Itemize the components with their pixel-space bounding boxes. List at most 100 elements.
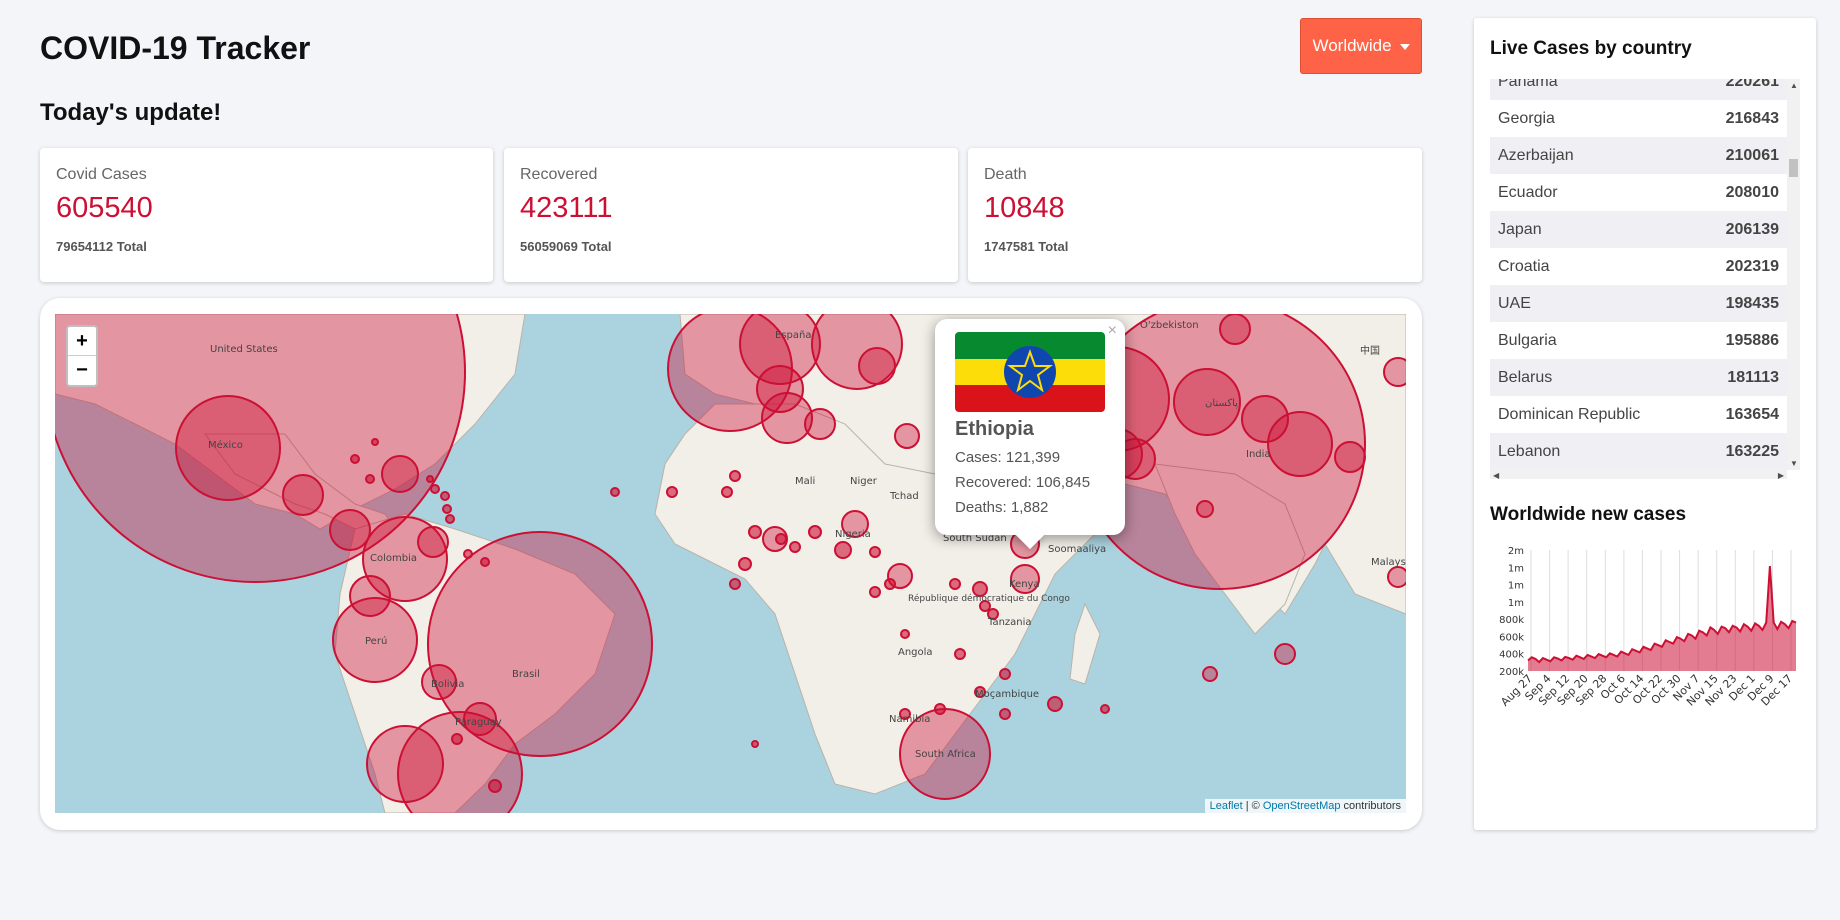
- app-title: COVID-19 Tracker: [40, 30, 311, 66]
- y-tick-label: 400k: [1499, 650, 1524, 661]
- scroll-up-icon[interactable]: ▲: [1790, 81, 1798, 90]
- popup-close-icon[interactable]: ×: [1108, 322, 1117, 340]
- table-row: Belarus 181113: [1490, 359, 1787, 396]
- map-label: Paraguay: [455, 717, 502, 728]
- map-canvas: United States México Colombia Perú Boliv…: [55, 314, 1406, 813]
- map-label: Mali: [795, 476, 815, 487]
- card-value: 423111: [520, 192, 613, 224]
- scroll-thumb[interactable]: [1789, 159, 1798, 177]
- card-title: Recovered: [520, 166, 598, 183]
- country-cases: 198435: [1725, 294, 1779, 312]
- map-label: Brasil: [512, 669, 540, 680]
- osm-link[interactable]: OpenStreetMap: [1263, 800, 1341, 812]
- card-title: Covid Cases: [56, 166, 147, 183]
- map-label: South Africa: [915, 749, 976, 760]
- cases-table[interactable]: Panama 220261 Georgia 216843 Azerbaijan 21006…: [1490, 79, 1800, 479]
- map-label: Soomaaliya: [1048, 544, 1106, 555]
- country-name: Lebanon: [1498, 442, 1561, 460]
- card-total: 56059069 Total: [520, 239, 612, 254]
- zoom-out-button[interactable]: −: [68, 356, 96, 385]
- map-label: 中国: [1360, 344, 1380, 357]
- table-row: Bulgaria 195886: [1490, 322, 1787, 359]
- country-name: Croatia: [1498, 257, 1550, 275]
- map-label: Moçambique: [975, 689, 1039, 700]
- map-label: Namibia: [889, 714, 930, 725]
- popup-recovered: Recovered: 106,845: [955, 474, 1091, 491]
- deaths-card[interactable]: Death 10848 1747581 Total: [968, 148, 1422, 282]
- horizontal-scrollbar[interactable]: ◀ ▶: [1490, 470, 1787, 479]
- country-cases: 216843: [1725, 109, 1779, 127]
- map-container: United States México Colombia Perú Boliv…: [40, 298, 1422, 830]
- country-name: Dominican Republic: [1498, 405, 1641, 423]
- ethiopia-flag: [955, 332, 1105, 412]
- map-attribution: Leaflet | © OpenStreetMap contributors: [1204, 799, 1406, 813]
- country-name: Azerbaijan: [1498, 146, 1574, 164]
- attribution-suffix: contributors: [1340, 800, 1401, 812]
- country-name: Japan: [1498, 220, 1542, 238]
- country-cases: 181113: [1727, 368, 1779, 386]
- card-value: 605540: [56, 192, 153, 224]
- table-row: Ecuador 208010: [1490, 174, 1787, 211]
- map-label: Bolivia: [431, 679, 464, 690]
- map-label: United States: [210, 344, 278, 355]
- card-value: 10848: [984, 192, 1065, 224]
- scroll-left-icon[interactable]: ◀: [1493, 471, 1499, 479]
- recovered-card[interactable]: Recovered 423111 56059069 Total: [504, 148, 958, 282]
- chart-title: Worldwide new cases: [1490, 504, 1687, 525]
- y-tick-label: 800k: [1499, 615, 1524, 626]
- zoom-control: + −: [66, 325, 98, 387]
- map-label: España: [775, 330, 811, 341]
- map-label: India: [1246, 449, 1271, 460]
- map-label: México: [208, 439, 243, 451]
- popup-cases: Cases: 121,399: [955, 449, 1061, 466]
- country-name: Belarus: [1498, 368, 1553, 386]
- country-cases: 220261: [1725, 79, 1779, 90]
- update-heading: Today's update!: [40, 99, 222, 126]
- dropdown-label: Worldwide: [1312, 36, 1392, 55]
- leaflet-link[interactable]: Leaflet: [1210, 800, 1243, 812]
- card-title: Death: [984, 166, 1027, 183]
- popup-deaths: Deaths: 1,882: [955, 499, 1049, 516]
- map-label: République démocratique du Congo: [908, 593, 1070, 604]
- card-total: 1747581 Total: [984, 239, 1069, 254]
- card-total: 79654112 Total: [56, 239, 147, 254]
- world-map[interactable]: United States México Colombia Perú Boliv…: [55, 314, 1406, 813]
- country-dropdown[interactable]: Worldwide: [1300, 18, 1422, 74]
- y-tick-label: 1m: [1508, 563, 1524, 574]
- map-label: Nigeria: [835, 529, 871, 540]
- right-panel: Live Cases by country Panama 220261 Georgi…: [1474, 18, 1816, 830]
- table-row: Azerbaijan 210061: [1490, 137, 1787, 174]
- country-name: Panama: [1498, 79, 1558, 90]
- table-rows: Panama 220261 Georgia 216843 Azerbaijan 21006…: [1490, 79, 1787, 470]
- country-cases: 163225: [1725, 442, 1779, 460]
- table-title: Live Cases by country: [1490, 38, 1692, 59]
- country-cases: 206139: [1725, 220, 1779, 238]
- new-cases-chart: 200k400k600k800k1m1m1m2mAug 27Sep 4Sep 1…: [1498, 546, 1797, 709]
- map-label: Perú: [365, 635, 387, 647]
- map-label: Malaysia: [1371, 557, 1406, 568]
- table-row: Panama 220261: [1490, 79, 1787, 100]
- table-row: Dominican Republic 163654: [1490, 396, 1787, 433]
- scroll-down-icon[interactable]: ▼: [1790, 459, 1798, 468]
- map-label: Niger: [850, 476, 878, 487]
- caret-down-icon: [1399, 44, 1410, 50]
- country-name: Bulgaria: [1498, 331, 1557, 349]
- zoom-in-button[interactable]: +: [68, 327, 96, 356]
- country-cases: 202319: [1725, 257, 1779, 275]
- popup-country-name: Ethiopia: [955, 418, 1034, 440]
- country-cases: 210061: [1725, 146, 1779, 164]
- country-popup: × Ethiopia Cases: 121,399 Recovered: 106…: [935, 319, 1125, 535]
- country-name: Ecuador: [1498, 183, 1558, 201]
- y-tick-label: 600k: [1499, 632, 1524, 643]
- scroll-right-icon[interactable]: ▶: [1778, 471, 1784, 479]
- country-name: Georgia: [1498, 109, 1555, 127]
- country-cases: 208010: [1725, 183, 1779, 201]
- cases-card[interactable]: Covid Cases 605540 79654112 Total: [40, 148, 493, 282]
- y-tick-label: 2m: [1508, 546, 1524, 557]
- vertical-scrollbar[interactable]: ▲ ▼: [1787, 79, 1800, 470]
- map-label: Colombia: [370, 553, 417, 564]
- map-label: Tanzania: [987, 617, 1032, 628]
- table-row: Georgia 216843: [1490, 100, 1787, 137]
- country-cases: 195886: [1725, 331, 1779, 349]
- table-row: Lebanon 163225: [1490, 433, 1787, 470]
